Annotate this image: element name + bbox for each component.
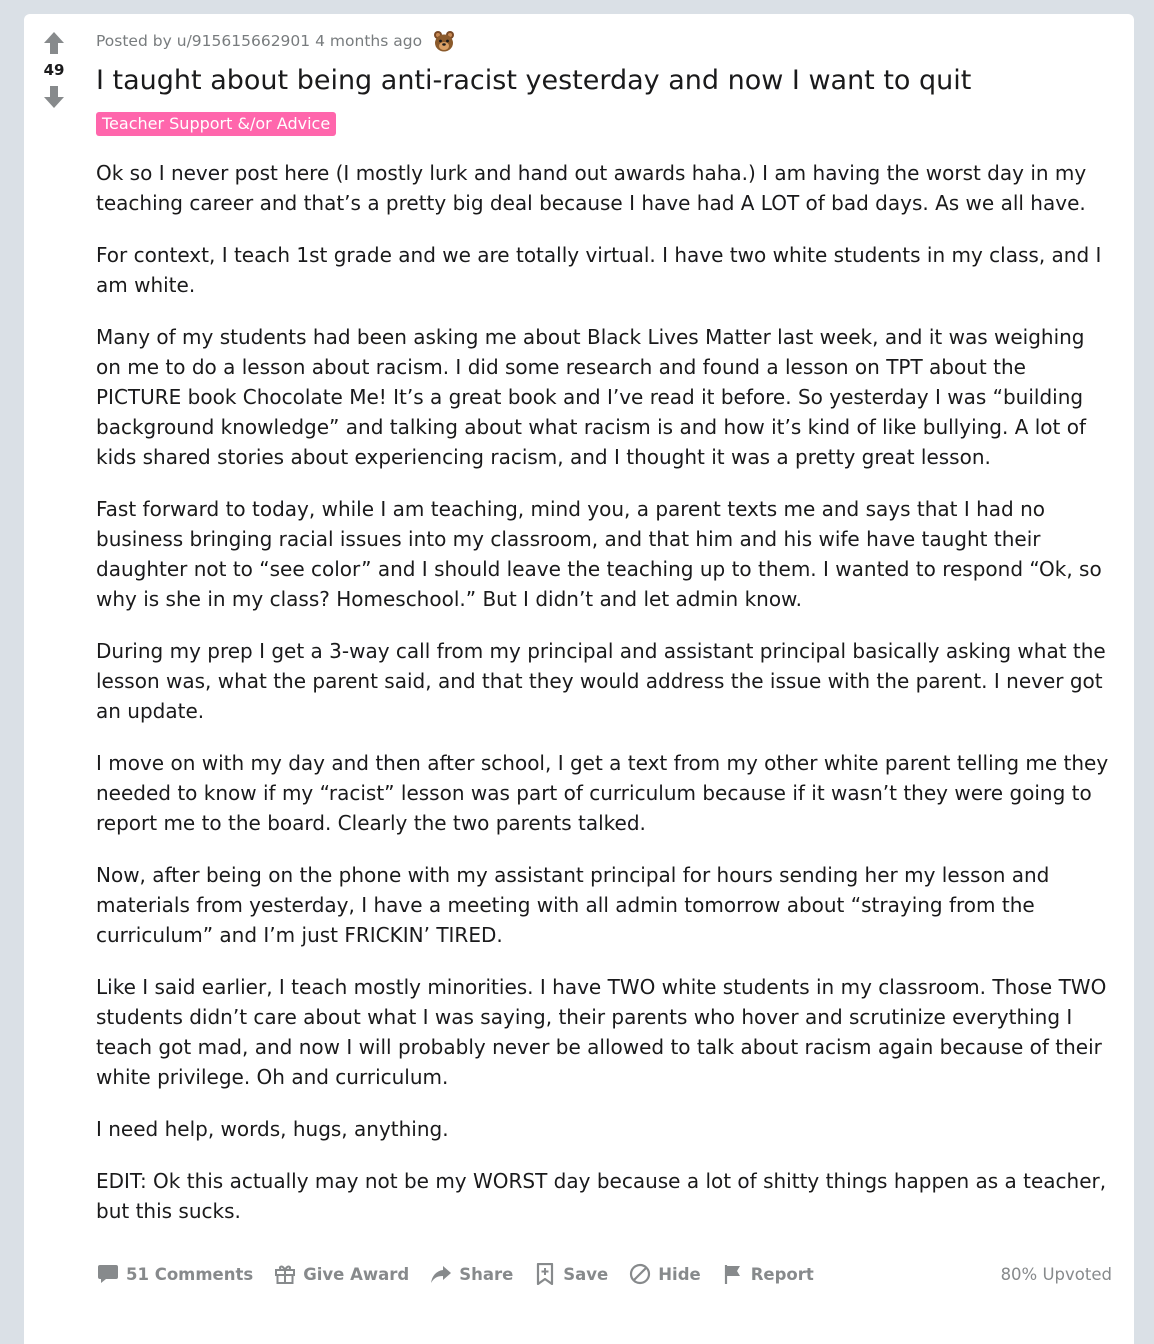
save-button[interactable]: Save xyxy=(533,1262,608,1286)
post-card: 49 Posted by u/915615662901 4 months ago xyxy=(24,14,1134,1344)
gift-icon xyxy=(273,1262,297,1286)
body-paragraph: Fast forward to today, while I am teachi… xyxy=(96,497,1102,611)
comments-label: 51 Comments xyxy=(126,1264,254,1284)
downvote-button[interactable] xyxy=(41,84,67,110)
give-award-label: Give Award xyxy=(303,1264,410,1284)
body-paragraph: Now, after being on the phone with my as… xyxy=(96,863,1050,947)
post-meta: Posted by u/915615662901 4 months ago xyxy=(96,30,1112,52)
report-label: Report xyxy=(750,1264,814,1284)
hide-button[interactable]: Hide xyxy=(628,1262,701,1286)
body-paragraph: Like I said earlier, I teach mostly mino… xyxy=(96,975,1107,1089)
post-action-bar: 51 Comments Give Award Share Save Hide R… xyxy=(96,1258,1112,1290)
comment-icon xyxy=(96,1262,120,1286)
give-award-button[interactable]: Give Award xyxy=(273,1262,409,1286)
comments-button[interactable]: 51 Comments xyxy=(96,1262,253,1286)
hide-label: Hide xyxy=(658,1264,701,1284)
body-paragraph: Ok so I never post here (I mostly lurk a… xyxy=(96,161,1087,215)
vote-score: 49 xyxy=(43,61,65,79)
posted-by-label: Posted by xyxy=(96,32,172,50)
save-label: Save xyxy=(563,1264,609,1284)
upvote-arrow-icon xyxy=(44,32,64,54)
post-content: Posted by u/915615662901 4 months ago I … xyxy=(96,14,1112,1248)
share-button[interactable]: Share xyxy=(429,1262,513,1286)
body-paragraph: EDIT: Ok this actually may not be my WOR… xyxy=(96,1169,1107,1223)
vote-column: 49 xyxy=(24,30,84,110)
post-title[interactable]: I taught about being anti-racist yesterd… xyxy=(96,63,1112,99)
share-label: Share xyxy=(459,1264,514,1284)
post-body: Ok so I never post here (I mostly lurk a… xyxy=(96,158,1112,1226)
body-paragraph: Many of my students had been asking me a… xyxy=(96,325,1087,469)
bookmark-icon xyxy=(533,1262,557,1286)
author-link[interactable]: u/915615662901 xyxy=(177,32,310,50)
body-paragraph: I need help, words, hugs, anything. xyxy=(96,1117,449,1141)
upvote-ratio: 80% Upvoted xyxy=(1000,1264,1112,1284)
downvote-arrow-icon xyxy=(44,86,64,108)
share-arrow-icon xyxy=(429,1262,453,1286)
body-paragraph: During my prep I get a 3-way call from m… xyxy=(96,639,1106,723)
post-flair[interactable]: Teacher Support &/or Advice xyxy=(96,112,337,136)
post-age[interactable]: 4 months ago xyxy=(315,32,422,50)
body-paragraph: I move on with my day and then after sch… xyxy=(96,751,1109,835)
flag-icon xyxy=(721,1262,745,1286)
upvote-button[interactable] xyxy=(41,30,67,56)
body-paragraph: For context, I teach 1st grade and we ar… xyxy=(96,243,1102,297)
hide-circle-slash-icon xyxy=(628,1262,652,1286)
bear-award-icon[interactable] xyxy=(432,29,458,53)
report-button[interactable]: Report xyxy=(721,1262,814,1286)
